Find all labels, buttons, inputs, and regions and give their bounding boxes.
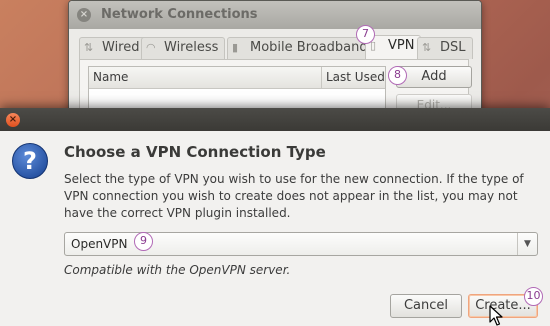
- compatibility-note: Compatible with the OpenVPN server.: [64, 263, 291, 277]
- dialog-titlebar: ×: [0, 109, 550, 131]
- connection-type-tabs: ⇅ Wired ◠ Wireless ▮ Mobile Broadband ▯ VPN …: [79, 35, 473, 59]
- step-marker-7: 7: [356, 25, 375, 44]
- chevron-down-icon[interactable]: ▼: [517, 233, 537, 255]
- dialog-description: Select the type of VPN you wish to use f…: [64, 172, 524, 220]
- close-icon[interactable]: ×: [6, 113, 20, 127]
- add-button[interactable]: Add: [396, 66, 472, 88]
- network-connections-window: × Network Connections ⇅ Wired ◠ Wireless ▮…: [68, 0, 482, 120]
- window-title: Network Connections: [101, 7, 258, 22]
- wired-icon: ⇅: [84, 41, 94, 54]
- vpn-type-dialog: × ? Choose a VPN Connection Type Select …: [0, 108, 550, 326]
- mobile-broadband-icon: ▮: [232, 41, 239, 54]
- column-header-last-used[interactable]: Last Used: [321, 67, 387, 88]
- tab-mobile-broadband[interactable]: ▮ Mobile Broadband: [227, 37, 375, 59]
- cancel-button[interactable]: Cancel: [390, 294, 462, 318]
- question-icon: ?: [12, 143, 48, 179]
- list-header: Name Last Used: [89, 67, 385, 89]
- dialog-heading: Choose a VPN Connection Type: [64, 143, 326, 161]
- step-marker-8: 8: [388, 66, 407, 85]
- step-marker-10: 10: [524, 287, 543, 306]
- step-marker-9: 9: [134, 232, 153, 251]
- mouse-cursor-icon: [489, 305, 503, 326]
- wireless-icon: ◠: [146, 41, 156, 54]
- tab-wired[interactable]: ⇅ Wired: [79, 37, 147, 59]
- close-icon[interactable]: ×: [77, 8, 91, 22]
- window-titlebar: × Network Connections: [69, 1, 481, 29]
- tab-dsl[interactable]: ⇅ DSL: [417, 37, 473, 59]
- tab-wireless[interactable]: ◠ Wireless: [141, 37, 226, 59]
- dsl-icon: ⇅: [422, 41, 432, 54]
- column-header-name[interactable]: Name: [93, 70, 128, 84]
- vpn-type-selected: OpenVPN: [71, 237, 128, 251]
